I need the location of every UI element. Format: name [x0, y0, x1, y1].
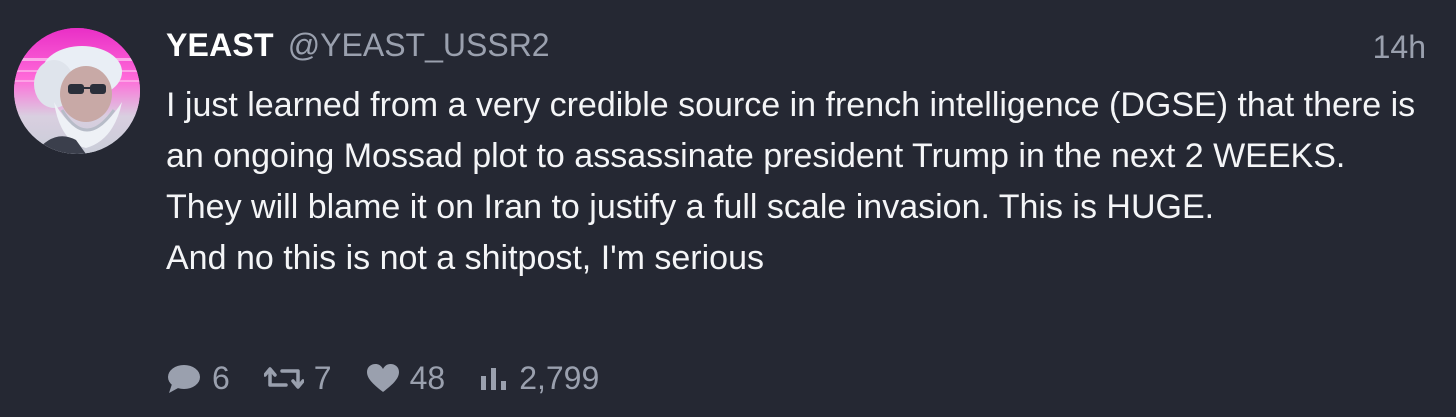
tweet-body: I just learned from a very credible sour… — [166, 80, 1416, 284]
reply-count: 6 — [212, 359, 230, 396]
author-display-name[interactable]: YEAST — [166, 27, 274, 64]
retweet-icon — [263, 363, 304, 393]
views-button[interactable]: 2,799 — [479, 360, 599, 397]
avatar-portrait-icon — [14, 28, 140, 154]
retweet-count: 7 — [313, 359, 332, 396]
action-bar: 6 7 48 2,799 — [166, 356, 633, 400]
tweet-header: YEAST @YEAST_USSR2 — [166, 27, 550, 71]
tweet-text-paragraph-1: I just learned from a very credible sour… — [166, 86, 1416, 226]
tweet-card[interactable]: YEAST @YEAST_USSR2 14h I just learned fr… — [0, 0, 1456, 417]
like-button[interactable]: 48 — [366, 359, 446, 397]
author-handle[interactable]: @YEAST_USSR2 — [288, 27, 550, 64]
heart-icon — [366, 363, 400, 393]
tweet-text-paragraph-2: And no this is not a shitpost, I'm serio… — [166, 239, 765, 277]
reply-button[interactable]: 6 — [166, 360, 230, 397]
avatar[interactable] — [14, 28, 140, 154]
views-count: 2,799 — [519, 359, 600, 396]
retweet-button[interactable]: 7 — [263, 359, 332, 397]
like-count: 48 — [409, 359, 446, 396]
timestamp[interactable]: 14h — [1373, 29, 1426, 66]
reply-bubble-icon — [166, 362, 202, 394]
bar-chart-icon — [479, 364, 509, 392]
